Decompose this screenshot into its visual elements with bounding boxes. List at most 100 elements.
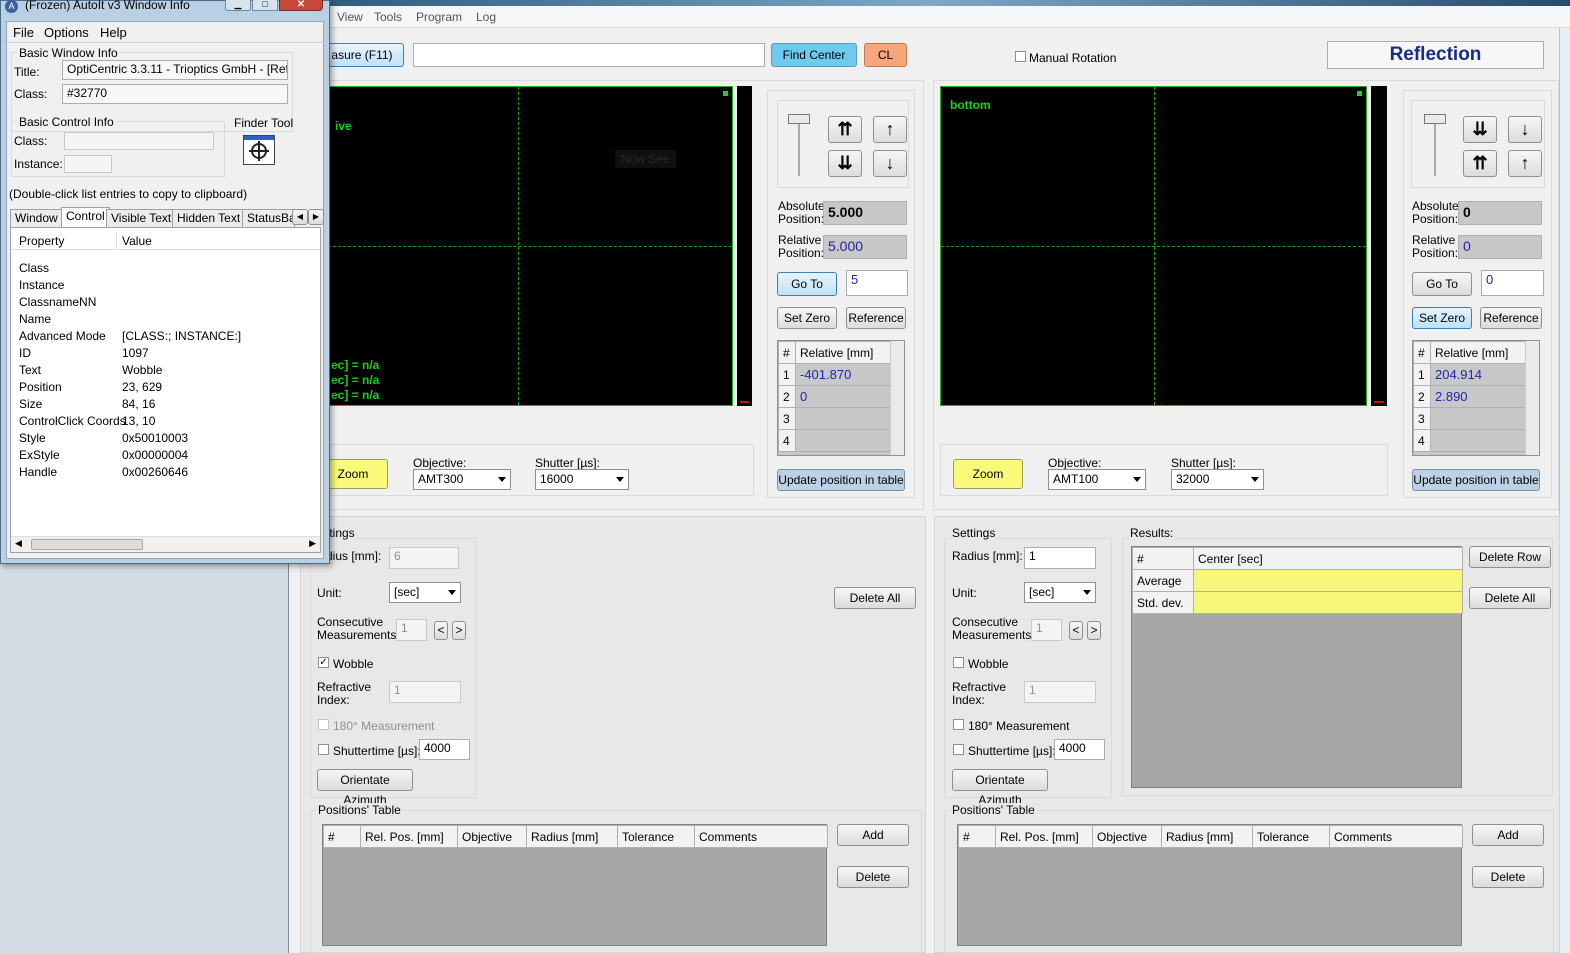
right-table-scrollbar[interactable] xyxy=(1525,341,1539,455)
property-key[interactable]: Class xyxy=(19,261,49,275)
find-center-button[interactable]: Find Center xyxy=(771,43,857,67)
property-key[interactable]: Advanced Mode xyxy=(19,329,106,343)
property-key[interactable]: ClassnameNN xyxy=(19,295,96,309)
right-goto-input[interactable]: 0 xyxy=(1481,270,1544,296)
property-value[interactable]: 13, 10 xyxy=(122,414,155,428)
results-delete-all-button[interactable]: Delete All xyxy=(1469,587,1551,609)
left-set-zero-button[interactable]: Set Zero xyxy=(777,307,837,329)
col-property[interactable]: Property xyxy=(19,234,64,248)
scroll-left-icon[interactable]: ◀ xyxy=(15,538,22,549)
list-hscrollbar[interactable]: ◀ ▶ xyxy=(11,536,320,552)
property-key[interactable]: ControlClick Coords xyxy=(19,414,126,428)
close-button[interactable]: ✕ xyxy=(279,0,323,11)
left-fast-down-button[interactable]: ⇊ xyxy=(828,150,862,177)
col-value[interactable]: Value xyxy=(122,234,152,248)
left-shuttertime-checkbox[interactable] xyxy=(318,744,329,755)
property-key[interactable]: Style xyxy=(19,431,46,445)
right-objective-select[interactable]: AMT100 xyxy=(1048,469,1146,490)
property-value[interactable]: 1097 xyxy=(122,346,149,360)
left-goto-input[interactable]: 5 xyxy=(846,270,908,296)
property-value[interactable]: 0x00000004 xyxy=(122,448,188,462)
tab-window[interactable]: Window xyxy=(10,209,63,228)
autoit-menu-file[interactable]: File xyxy=(13,25,34,40)
autoit-menu-help[interactable]: Help xyxy=(100,25,127,40)
menu-log[interactable]: Log xyxy=(476,10,496,24)
left-consec-input[interactable]: 1 xyxy=(396,619,427,641)
left-up-button[interactable]: ↑ xyxy=(873,116,907,143)
list-hscroll-thumb[interactable] xyxy=(31,539,143,550)
right-radius-input[interactable]: 1 xyxy=(1024,547,1096,569)
property-key[interactable]: Size xyxy=(19,397,42,411)
right-update-position-button[interactable]: Update position in table xyxy=(1412,469,1540,491)
left-fast-up-button[interactable]: ⇈ xyxy=(828,116,862,143)
right-row-value[interactable]: 2.890 xyxy=(1430,385,1527,408)
property-key[interactable]: ID xyxy=(19,346,31,360)
control-class-value[interactable] xyxy=(64,132,214,150)
left-slider-thumb[interactable] xyxy=(788,114,810,124)
left-orientate-azimuth-button[interactable]: Orientate Azimuth xyxy=(317,769,413,807)
property-value[interactable]: Wobble xyxy=(122,363,162,377)
left-down-button[interactable]: ↓ xyxy=(873,150,907,177)
right-fast-down-button[interactable]: ⇊ xyxy=(1463,116,1497,143)
menu-program[interactable]: Program xyxy=(416,10,462,24)
title-value[interactable]: OptiCentric 3.3.11 - Trioptics GmbH - [R… xyxy=(62,60,288,80)
left-goto-button[interactable]: Go To xyxy=(777,272,837,296)
left-radius-input[interactable]: 6 xyxy=(389,547,459,569)
left-row-value[interactable] xyxy=(795,407,892,430)
property-value[interactable]: 84, 16 xyxy=(122,397,155,411)
left-180-checkbox[interactable] xyxy=(318,719,329,730)
menu-view[interactable]: View xyxy=(337,10,363,24)
menu-tools[interactable]: Tools xyxy=(374,10,402,24)
right-row-value[interactable]: 204.914 xyxy=(1430,363,1527,386)
right-reference-button[interactable]: Reference xyxy=(1480,307,1542,329)
right-row-value[interactable] xyxy=(1430,407,1527,430)
left-row-value[interactable]: 0 xyxy=(795,385,892,408)
left-camera-view[interactable]: ive Now See ec] = n/a ec] = n/a ec] = n/… xyxy=(322,86,733,406)
property-value[interactable]: 0x50010003 xyxy=(122,431,188,445)
tab-control[interactable]: Control xyxy=(61,207,110,228)
left-positions-delete-button[interactable]: Delete xyxy=(837,866,909,888)
right-wobble-checkbox[interactable] xyxy=(953,657,964,668)
right-shutter-select[interactable]: 32000 xyxy=(1171,469,1264,490)
right-row-value[interactable] xyxy=(1430,429,1527,452)
right-unit-select[interactable]: [sec] xyxy=(1024,582,1096,603)
property-list[interactable]: Property Value Class Instance ClassnameNN N… xyxy=(10,227,321,553)
right-positions-add-button[interactable]: Add xyxy=(1472,824,1544,846)
left-consec-prev-button[interactable]: < xyxy=(434,621,448,640)
right-down-button[interactable]: ↓ xyxy=(1508,116,1542,143)
left-table-scrollbar[interactable] xyxy=(890,341,904,455)
tab-scroll-right-button[interactable]: ▶ xyxy=(308,209,324,225)
left-shuttertime-input[interactable]: 4000 xyxy=(419,739,470,760)
property-value[interactable]: 0x00260646 xyxy=(122,465,188,479)
right-consec-input[interactable]: 1 xyxy=(1031,619,1062,641)
left-reference-button[interactable]: Reference xyxy=(846,307,906,329)
right-camera-view[interactable]: bottom xyxy=(940,86,1367,406)
property-key[interactable]: Instance xyxy=(19,278,64,292)
left-objective-select[interactable]: AMT300 xyxy=(413,469,511,490)
results-delete-row-button[interactable]: Delete Row xyxy=(1469,546,1551,568)
right-consec-prev-button[interactable]: < xyxy=(1069,621,1083,640)
left-unit-select[interactable]: [sec] xyxy=(389,582,461,603)
tab-statusbar[interactable]: StatusBa xyxy=(242,209,295,228)
tab-visible-text[interactable]: Visible Text xyxy=(106,209,177,228)
property-key[interactable]: Name xyxy=(19,312,51,326)
property-key[interactable]: Position xyxy=(19,380,62,394)
left-shutter-select[interactable]: 16000 xyxy=(535,469,629,490)
right-zoom-button[interactable]: Zoom xyxy=(953,459,1023,489)
measure-button[interactable]: asure (F11) xyxy=(320,43,404,67)
right-fast-up-button[interactable]: ⇈ xyxy=(1463,150,1497,177)
property-key[interactable]: ExStyle xyxy=(19,448,60,462)
property-value[interactable]: [CLASS:; INSTANCE:] xyxy=(122,329,241,343)
left-positions-add-button[interactable]: Add xyxy=(837,824,909,846)
maximize-button[interactable]: □ xyxy=(252,0,278,11)
right-refr-input[interactable]: 1 xyxy=(1024,681,1096,703)
property-key[interactable]: Text xyxy=(19,363,41,377)
right-up-button[interactable]: ↑ xyxy=(1508,150,1542,177)
scroll-right-icon[interactable]: ▶ xyxy=(309,538,316,549)
tab-hidden-text[interactable]: Hidden Text xyxy=(172,209,246,228)
right-consec-next-button[interactable]: > xyxy=(1087,621,1101,640)
right-orientate-azimuth-button[interactable]: Orientate Azimuth xyxy=(952,769,1048,807)
left-wobble-checkbox[interactable]: ✓ xyxy=(318,657,329,668)
left-delete-all-button[interactable]: Delete All xyxy=(834,587,916,609)
manual-rotation-checkbox[interactable] xyxy=(1015,51,1026,62)
